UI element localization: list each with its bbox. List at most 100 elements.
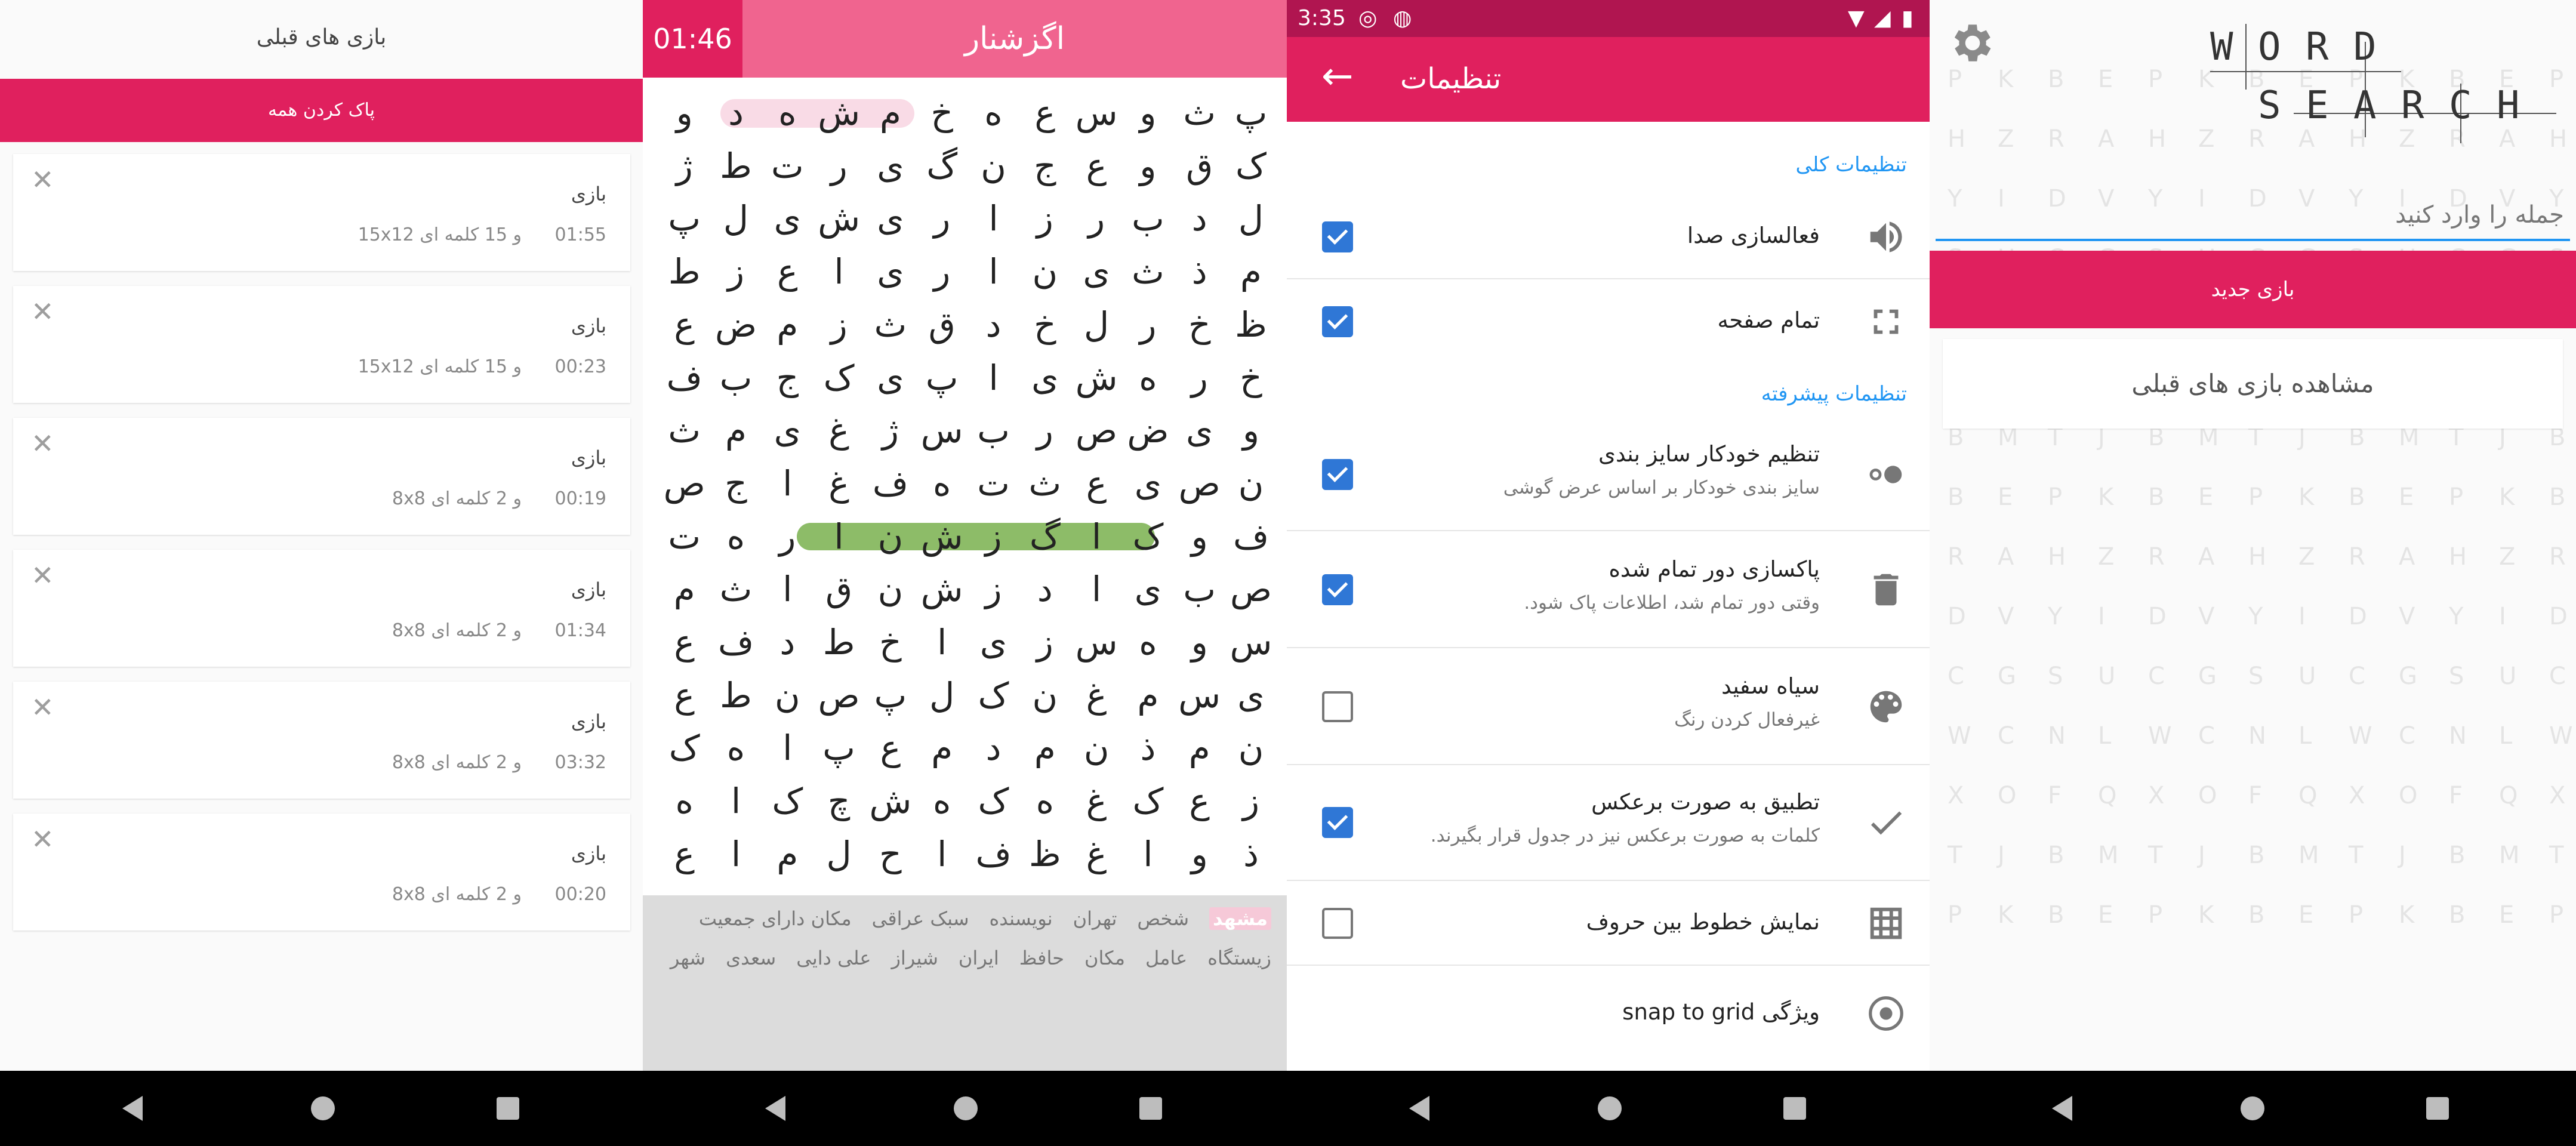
close-icon[interactable]: ✕ xyxy=(31,694,54,721)
letter-cell[interactable]: ذ xyxy=(1174,246,1225,297)
letter-cell[interactable]: ذ xyxy=(1225,828,1277,880)
game-card[interactable]: ✕ بازی 01:55 و 15 کلمه ای 15x12 xyxy=(13,154,630,271)
view-previous-games-button[interactable]: مشاهده بازی های قبلی xyxy=(1943,339,2563,429)
letter-cell[interactable]: ک xyxy=(968,775,1019,827)
letter-cell[interactable]: ه xyxy=(1019,775,1071,827)
letter-cell[interactable]: خ xyxy=(916,87,967,138)
letter-cell[interactable]: ص xyxy=(1071,405,1122,456)
letter-cell[interactable]: ش xyxy=(814,87,865,138)
close-icon[interactable]: ✕ xyxy=(31,562,54,589)
nav-back-icon[interactable] xyxy=(1409,1095,1437,1122)
letter-cell[interactable]: ر xyxy=(762,511,813,562)
letter-cell[interactable]: ط xyxy=(659,246,710,297)
letter-cell[interactable]: س xyxy=(1071,617,1122,668)
letter-cell[interactable]: ل xyxy=(710,193,762,244)
letter-cell[interactable]: ه xyxy=(710,511,762,562)
settings-row[interactable]: پاکسازی دور تمام شده وقتی دور تمام شد، اط… xyxy=(1287,531,1930,648)
game-card[interactable]: ✕ بازی 00:23 و 15 کلمه ای 15x12 xyxy=(13,286,630,403)
letter-cell[interactable]: ی xyxy=(1071,246,1122,297)
letter-cell[interactable]: ش xyxy=(916,563,967,615)
letter-cell[interactable]: و xyxy=(1174,511,1225,562)
letter-cell[interactable]: م xyxy=(1225,246,1277,297)
letter-cell[interactable]: م xyxy=(916,722,967,774)
letter-cell[interactable]: ا xyxy=(968,193,1019,244)
letter-cell[interactable]: و xyxy=(1122,140,1173,192)
letter-cell[interactable]: ز xyxy=(710,246,762,297)
settings-checkbox[interactable] xyxy=(1322,691,1353,722)
letter-cell[interactable]: ی xyxy=(1174,405,1225,456)
letter-cell[interactable]: پ xyxy=(916,352,967,403)
letter-cell[interactable]: ث xyxy=(710,563,762,615)
letter-cell[interactable]: م xyxy=(762,299,813,350)
letter-cell[interactable]: ف xyxy=(659,352,710,403)
letter-cell[interactable]: ز xyxy=(968,563,1019,615)
letter-cell[interactable]: ب xyxy=(1122,193,1173,244)
letter-cell[interactable]: ا xyxy=(1071,511,1122,562)
letter-cell[interactable]: ع xyxy=(1071,458,1122,509)
letter-cell[interactable]: غ xyxy=(1071,775,1122,827)
letter-cell[interactable]: ی xyxy=(1122,458,1173,509)
settings-checkbox[interactable] xyxy=(1322,221,1353,252)
back-arrow-icon[interactable]: ← xyxy=(1321,57,1354,96)
letter-cell[interactable]: ط xyxy=(710,670,762,721)
letter-cell[interactable]: ب xyxy=(968,405,1019,456)
letter-cell[interactable]: ر xyxy=(1174,352,1225,403)
letter-cell[interactable]: ا xyxy=(916,617,967,668)
letter-cell[interactable]: م xyxy=(762,828,813,880)
letter-cell[interactable]: ص xyxy=(814,670,865,721)
nav-home-icon[interactable] xyxy=(1596,1095,1623,1122)
letter-cell[interactable]: د xyxy=(710,87,762,138)
clear-all-button[interactable]: پاک کردن همه xyxy=(0,79,643,142)
letter-cell[interactable]: ی xyxy=(968,617,1019,668)
letter-cell[interactable]: م xyxy=(710,405,762,456)
letter-cell[interactable]: ع xyxy=(1019,87,1071,138)
letter-cell[interactable]: ا xyxy=(916,828,967,880)
letter-cell[interactable]: م xyxy=(659,563,710,615)
letter-cell[interactable]: ی xyxy=(865,352,916,403)
letter-cell[interactable]: ی xyxy=(1122,563,1173,615)
letter-cell[interactable]: ج xyxy=(710,458,762,509)
letter-cell[interactable]: ص xyxy=(1174,458,1225,509)
letter-cell[interactable]: و xyxy=(1174,617,1225,668)
letter-cell[interactable]: ع xyxy=(659,617,710,668)
settings-row[interactable]: ویژگی snap to grid xyxy=(1287,966,1930,1061)
letter-cell[interactable]: پ xyxy=(1225,87,1277,138)
letter-cell[interactable]: م xyxy=(1122,670,1173,721)
letter-cell[interactable]: ی xyxy=(1225,670,1277,721)
letter-cell[interactable]: د xyxy=(1174,193,1225,244)
letter-cell[interactable]: ظ xyxy=(1225,299,1277,350)
nav-recents-icon[interactable] xyxy=(1137,1095,1164,1122)
letter-cell[interactable]: و xyxy=(1122,87,1173,138)
letter-cell[interactable]: چ xyxy=(814,775,865,827)
letter-cell[interactable]: ف xyxy=(865,458,916,509)
letter-cell[interactable]: ت xyxy=(968,458,1019,509)
letter-cell[interactable]: ث xyxy=(1174,87,1225,138)
letter-cell[interactable]: ن xyxy=(1071,722,1122,774)
letter-cell[interactable]: ا xyxy=(1122,828,1173,880)
letter-cell[interactable]: ن xyxy=(1019,670,1071,721)
letter-cell[interactable]: ع xyxy=(762,246,813,297)
letter-cell[interactable]: م xyxy=(1174,722,1225,774)
letter-cell[interactable]: ص xyxy=(659,458,710,509)
letter-cell[interactable]: ر xyxy=(1019,405,1071,456)
letter-cell[interactable]: ک xyxy=(1122,511,1173,562)
letter-cell[interactable]: ج xyxy=(762,352,813,403)
letter-cell[interactable]: و xyxy=(659,87,710,138)
letter-cell[interactable]: ه xyxy=(1122,617,1173,668)
letter-cell[interactable]: پ xyxy=(865,670,916,721)
letter-cell[interactable]: م xyxy=(1019,722,1071,774)
letter-cell[interactable]: و xyxy=(1174,828,1225,880)
game-card[interactable]: ✕ بازی 00:19 و 2 کلمه ای 8x8 xyxy=(13,418,630,535)
letter-cell[interactable]: ا xyxy=(710,775,762,827)
letter-cell[interactable]: ز xyxy=(814,299,865,350)
letter-cell[interactable]: ر xyxy=(1122,299,1173,350)
letter-cell[interactable]: غ xyxy=(1071,670,1122,721)
letter-cell[interactable]: ظ xyxy=(1019,828,1071,880)
letter-cell[interactable]: ش xyxy=(814,193,865,244)
letter-cell[interactable]: ز xyxy=(1225,775,1277,827)
letter-cell[interactable]: ط xyxy=(814,617,865,668)
new-game-button[interactable]: بازی جدید xyxy=(1930,251,2576,328)
gear-icon[interactable] xyxy=(1948,18,1998,68)
close-icon[interactable]: ✕ xyxy=(31,166,54,193)
letter-cell[interactable]: ن xyxy=(762,670,813,721)
